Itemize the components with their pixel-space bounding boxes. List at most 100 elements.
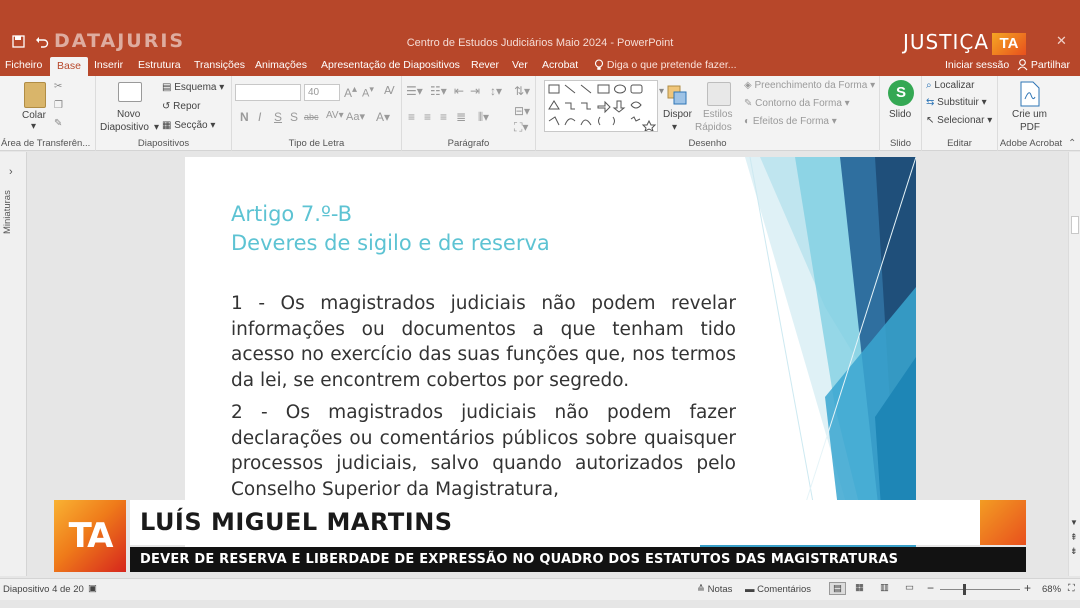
format-painter-icon[interactable]: ✎ [54, 118, 62, 129]
next-slide-icon[interactable]: ⇟ [1070, 546, 1078, 557]
columns-icon[interactable]: ⫴▾ [478, 110, 489, 125]
font-size-input[interactable]: 40 [304, 84, 340, 101]
shape-effects-button[interactable]: ◐ Efeitos de Forma ▾ [744, 116, 837, 127]
find-button[interactable]: ⌕ Localizar [926, 80, 974, 91]
text-direction-icon[interactable]: ⇅▾ [514, 84, 530, 98]
tell-me-box[interactable]: Diga o que pretende fazer... [594, 59, 737, 71]
zoom-slider-thumb[interactable] [963, 584, 966, 595]
decrease-indent-icon[interactable]: ⇤ [454, 84, 464, 98]
tab-insert[interactable]: Inserir [94, 59, 123, 71]
paste-button[interactable]: Colar [22, 110, 46, 121]
tab-slideshow[interactable]: Apresentação de Diapositivos [321, 59, 460, 71]
arrange-button[interactable]: Dispor [663, 109, 692, 120]
tab-design[interactable]: Estrutura [138, 59, 181, 71]
font-name-input[interactable] [235, 84, 301, 101]
scroll-down-icon[interactable]: ▼ [1070, 518, 1078, 527]
font-color-icon[interactable]: A▾ [376, 110, 390, 124]
slido-icon[interactable]: S [888, 80, 914, 106]
tab-home[interactable]: Base [50, 57, 88, 76]
smartart-icon[interactable]: ⛶▾ [514, 120, 528, 135]
expand-pane-icon[interactable]: › [9, 166, 13, 178]
align-right-icon[interactable]: ≡ [440, 110, 447, 124]
create-pdf-icon[interactable] [1020, 81, 1040, 107]
copy-icon[interactable]: ❐ [54, 100, 63, 111]
underline-icon[interactable]: S [274, 110, 282, 124]
zoom-out-icon[interactable]: − [927, 581, 934, 595]
select-button[interactable]: ↖ Selecionar ▾ [926, 115, 992, 126]
grow-font-icon[interactable]: A▴ [344, 84, 357, 100]
zoom-in-icon[interactable]: + [1024, 581, 1031, 595]
share-button[interactable]: Partilhar [1017, 59, 1070, 71]
slide-title[interactable]: Artigo 7.º-B Deveres de sigilo e de rese… [231, 200, 550, 258]
justify-icon[interactable]: ≣ [456, 110, 466, 124]
thumbnails-label[interactable]: Miniaturas [2, 190, 13, 234]
reading-view-icon[interactable]: ▥ [880, 582, 889, 593]
shape-fill-button[interactable]: ◈ Preenchimento da Forma ▾ [744, 80, 875, 91]
tab-transitions[interactable]: Transições [194, 59, 245, 71]
channel-logo-letters: TA [68, 516, 114, 556]
reset-button[interactable]: ↺ Repor [162, 101, 200, 112]
increase-indent-icon[interactable]: ⇥ [470, 84, 480, 98]
slido-button[interactable]: Slido [889, 109, 911, 120]
section-label: Secção [174, 120, 208, 131]
shape-effects-label: Efeitos de Forma [752, 116, 829, 127]
new-slide-icon[interactable] [118, 82, 142, 102]
shadow-icon[interactable]: S [290, 110, 298, 124]
arrange-icon[interactable] [666, 84, 688, 106]
new-slide-label-1[interactable]: Novo [117, 109, 140, 120]
align-text-icon[interactable]: ⊟▾ [514, 104, 530, 118]
section-button[interactable]: ▦ Secção ▾ [162, 120, 215, 131]
line-spacing-icon[interactable]: ↕▾ [490, 84, 502, 98]
collapse-ribbon-icon[interactable]: ⌃ [1068, 138, 1076, 149]
prev-slide-icon[interactable]: ⇞ [1070, 532, 1078, 543]
arrange-dropdown-icon[interactable]: ▾ [672, 122, 677, 133]
char-spacing-icon[interactable]: AV▾ [326, 110, 344, 121]
tab-file[interactable]: Ficheiro [5, 59, 42, 71]
slideshow-icon[interactable]: ▭ [905, 582, 914, 593]
slide-sorter-icon[interactable]: ▦ [855, 582, 864, 593]
bullets-icon[interactable]: ☰▾ [406, 84, 423, 98]
cut-icon[interactable]: ✂ [54, 81, 62, 92]
tab-animations[interactable]: Animações [255, 59, 307, 71]
notes-button[interactable]: ≙ Notas [697, 584, 732, 595]
new-slide-dropdown-icon[interactable]: ▾ [154, 122, 159, 133]
shape-fill-label: Preenchimento da Forma [754, 80, 868, 91]
close-icon[interactable]: ✕ [1056, 33, 1067, 49]
vertical-scrollbar[interactable]: ▼ ⇞ ⇟ [1068, 152, 1080, 576]
shapes-scroll-icon[interactable]: ▾ [659, 86, 664, 97]
change-case-icon[interactable]: Aa▾ [346, 110, 365, 123]
new-slide-label-2[interactable]: Diapositivo [100, 122, 149, 133]
shape-outline-button[interactable]: ✎ Contorno da Forma ▾ [744, 98, 850, 109]
zoom-level[interactable]: 68% [1042, 584, 1061, 595]
layout-button[interactable]: ▤ Esquema ▾ [162, 82, 224, 93]
shrink-font-icon[interactable]: A▾ [362, 84, 374, 100]
quick-styles-label-2[interactable]: Rápidos [695, 122, 732, 133]
paste-dropdown-icon[interactable]: ▾ [31, 121, 36, 132]
tab-review[interactable]: Rever [471, 59, 499, 71]
slide-body[interactable]: 1 - Os magistrados judiciais não podem r… [231, 291, 736, 509]
create-pdf-label-2[interactable]: PDF [1020, 122, 1040, 133]
comments-button[interactable]: ▬ Comentários [745, 584, 811, 595]
fit-to-window-icon[interactable]: ⛶ [1068, 583, 1075, 594]
tab-view[interactable]: Ver [512, 59, 528, 71]
align-left-icon[interactable]: ≡ [408, 110, 415, 124]
scrollbar-thumb[interactable] [1071, 216, 1079, 234]
normal-view-icon[interactable]: ▤ [829, 582, 846, 595]
tab-acrobat[interactable]: Acrobat [542, 59, 578, 71]
paste-icon[interactable] [24, 82, 46, 108]
numbering-icon[interactable]: ☷▾ [430, 84, 447, 98]
clear-format-icon[interactable]: Ꜹ [384, 84, 395, 97]
sign-in-link[interactable]: Iniciar sessão [945, 59, 1009, 71]
quick-styles-label-1[interactable]: Estilos [703, 109, 732, 120]
bold-icon[interactable]: N [240, 110, 249, 124]
replace-button[interactable]: ⇆ Substituir ▾ [926, 97, 987, 108]
quick-styles-icon[interactable] [707, 82, 731, 106]
shapes-gallery[interactable] [544, 80, 658, 132]
tell-me-text: Diga o que pretende fazer... [606, 59, 737, 71]
create-pdf-label-1[interactable]: Crie um [1012, 109, 1047, 120]
strikethrough-icon[interactable]: abc [304, 112, 319, 122]
align-center-icon[interactable]: ≡ [424, 110, 431, 124]
spellcheck-icon[interactable]: ▣ [88, 583, 97, 594]
zoom-slider[interactable] [940, 589, 1020, 590]
italic-icon[interactable]: I [258, 110, 261, 124]
